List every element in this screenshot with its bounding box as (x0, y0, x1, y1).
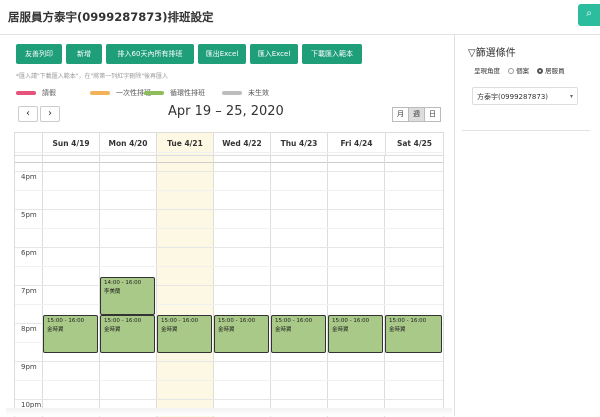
grid-line (15, 266, 443, 267)
view-mode-group: 呈現角度 個案 居服員 (474, 67, 565, 75)
calendar-event[interactable]: 15:00 - 16:00 金時翼 (328, 315, 383, 353)
calendar-event[interactable]: 14:00 - 16:00 李美蘭 (100, 277, 155, 315)
export-excel-button[interactable]: 匯出Excel (198, 44, 246, 64)
download-template-button[interactable]: 下載匯入範本 (302, 44, 362, 64)
calendar-event[interactable]: 15:00 - 16:00 金時翼 (157, 315, 212, 353)
radio-case[interactable] (508, 68, 515, 74)
print-button[interactable]: 友善列印 (16, 44, 62, 64)
grid-line (15, 247, 443, 248)
time-label-8pm: 8pm (21, 325, 37, 333)
grid-line (15, 152, 443, 153)
time-label-7pm: 7pm (21, 287, 37, 295)
view-day-button[interactable]: 日 (424, 107, 441, 122)
view-month-button[interactable]: 月 (392, 107, 409, 122)
calendar-event[interactable]: 15:00 - 16:00 金時翼 (100, 315, 155, 353)
grid-line (15, 399, 443, 400)
filter-panel: ▽篩選條件 呈現角度 個案 居服員 方泰宇(0999287873) ▾ (462, 34, 600, 416)
chevron-down-icon: ▾ (569, 93, 573, 100)
import-hint: *匯入請"下載匯入範本"，在"將第一列紅字刪除"後再匯入 (16, 73, 169, 80)
next-week-button[interactable]: › (40, 106, 60, 122)
time-label-9pm: 9pm (21, 363, 37, 371)
grid-line (15, 228, 443, 229)
time-label-5pm: 5pm (21, 211, 37, 219)
grid-line (15, 209, 443, 210)
legend-swatch (90, 91, 110, 95)
grid-line (384, 156, 385, 417)
legend-swatch (144, 91, 164, 95)
calendar-event[interactable]: 15:00 - 16:00 金時翼 (271, 315, 326, 353)
grid-line (15, 304, 443, 305)
calendar-event[interactable]: 15:00 - 16:00 金時翼 (214, 315, 269, 353)
filter-panel-separator (462, 130, 590, 131)
legend-leave: 請假 (16, 88, 56, 98)
grid-line (15, 190, 443, 191)
grid-line (327, 156, 328, 417)
prev-week-button[interactable]: ‹ (18, 106, 38, 122)
legend-inactive: 未生效 (222, 88, 269, 98)
legend-swatch (222, 91, 242, 95)
all-day-row (15, 156, 443, 163)
schedule-60-days-button[interactable]: 排入60天內所有排班 (106, 44, 194, 64)
week-calendar: Sun 4/19 Mon 4/20 Tue 4/21 Wed 4/22 Thu … (14, 132, 444, 417)
import-excel-button[interactable]: 匯入Excel (250, 44, 298, 64)
grid-line (213, 156, 214, 417)
legend-swatch (16, 91, 36, 95)
filter-title: ▽篩選條件 (468, 48, 516, 59)
time-label-4pm: 4pm (21, 173, 37, 181)
date-range-title: Apr 19 – 25, 2020 (168, 104, 284, 119)
calendar-event[interactable]: 15:00 - 16:00 金時翼 (43, 315, 98, 353)
legend-recurring: 循環性排班 (144, 88, 205, 98)
time-label-6pm: 6pm (21, 249, 37, 257)
grid-line (156, 156, 157, 417)
grid-line (42, 156, 43, 417)
search-corner-button[interactable]: ⌕ (578, 4, 600, 26)
today-column (156, 133, 213, 417)
view-week-button[interactable]: 週 (408, 107, 425, 122)
grid-line (15, 380, 443, 381)
search-icon: ⌕ (586, 8, 592, 19)
title-bar: 居服員方泰宇(0999287873)排班設定 (0, 0, 600, 35)
page-title: 居服員方泰宇(0999287873)排班設定 (8, 10, 214, 24)
grid-line (270, 156, 271, 417)
panel-divider (454, 34, 455, 416)
calendar-bottom-shadow (6, 408, 452, 416)
filter-icon: ▽ (468, 48, 476, 59)
worker-select[interactable]: 方泰宇(0999287873) ▾ (472, 87, 578, 105)
legend-one-time: 一次性排班 (90, 88, 151, 98)
add-button[interactable]: 新增 (66, 44, 102, 64)
grid-line (15, 285, 443, 286)
radio-worker[interactable] (537, 68, 544, 74)
calendar-event[interactable]: 15:00 - 16:00 金時翼 (385, 315, 442, 353)
grid-line (15, 361, 443, 362)
grid-line (15, 171, 443, 172)
